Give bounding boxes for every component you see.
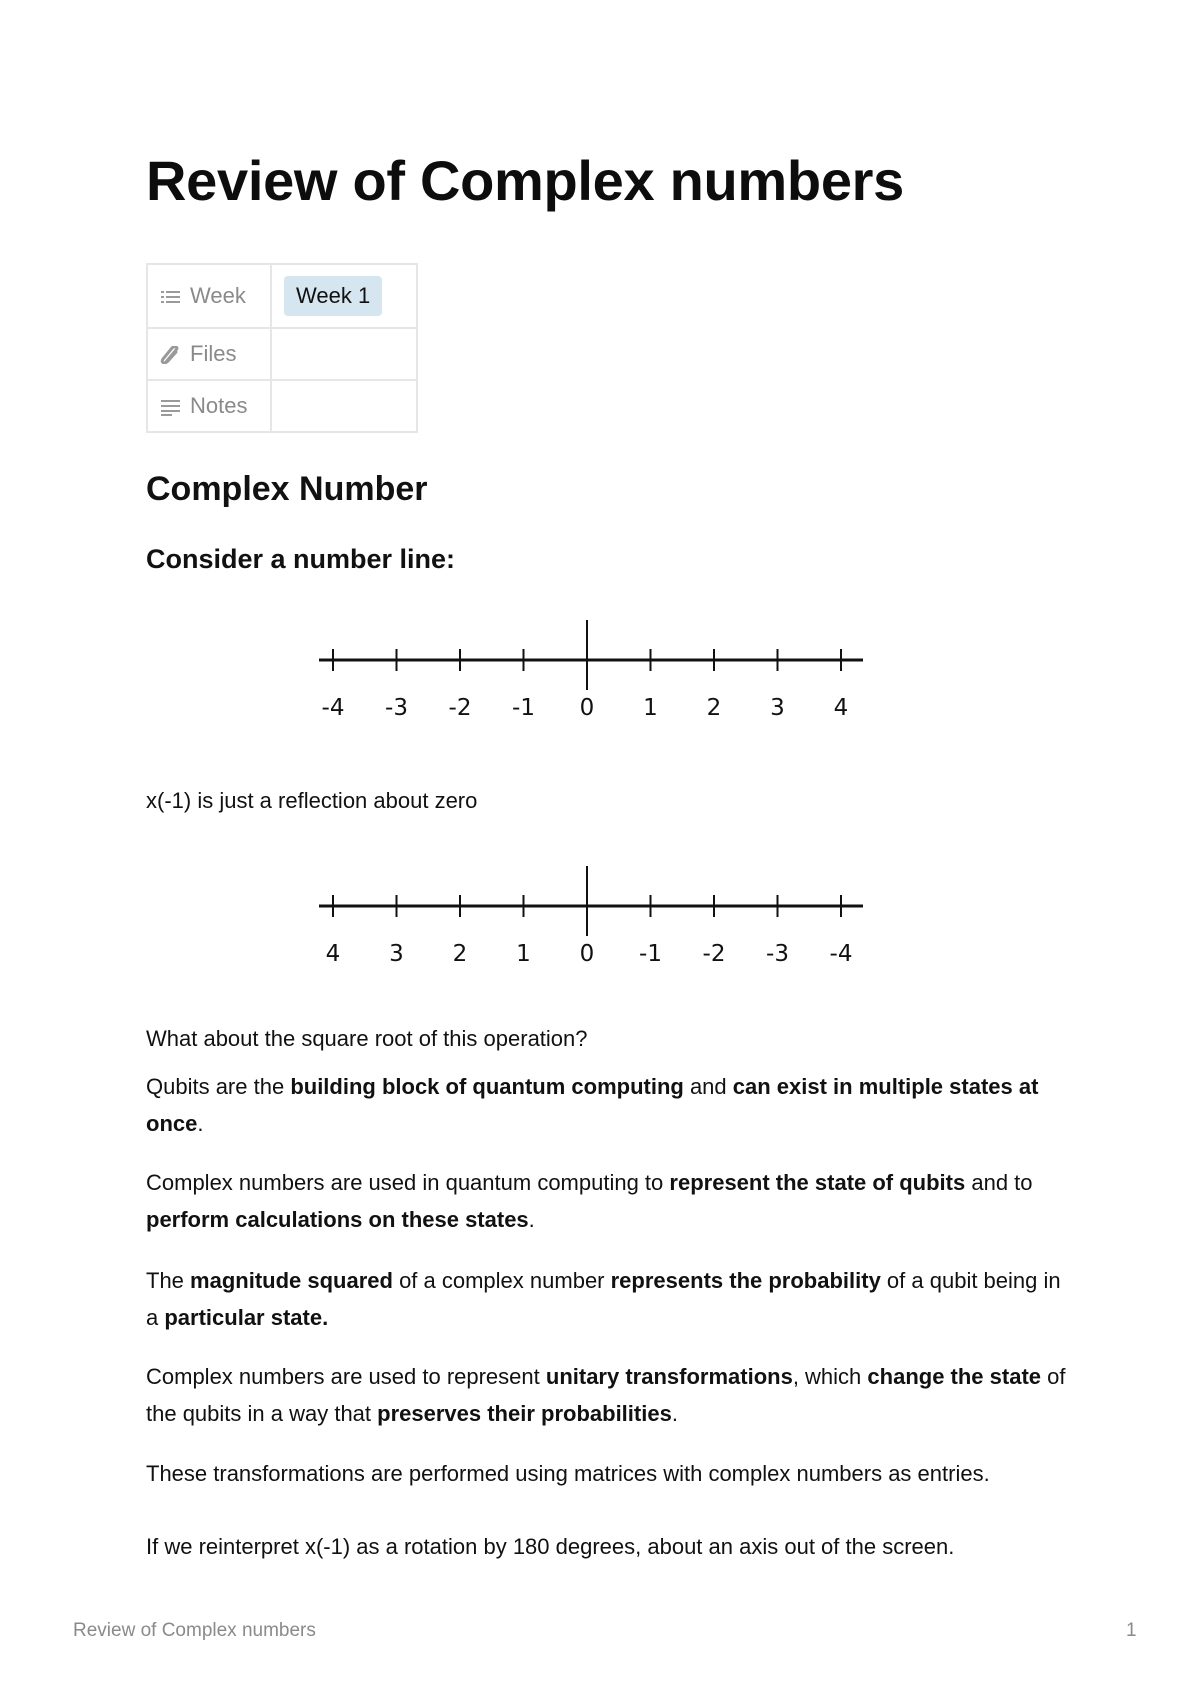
property-value-notes[interactable] xyxy=(270,379,418,433)
page-title: Review of Complex numbers xyxy=(146,149,905,212)
list-icon xyxy=(161,291,180,304)
footer-page-number: 1 xyxy=(1126,1620,1137,1641)
text-run: Complex numbers are used in quantum comp… xyxy=(146,1170,670,1195)
property-label-week: Week xyxy=(190,283,246,308)
paragraph: If we reinterpret x(-1) as a rotation by… xyxy=(146,1528,1066,1565)
bold-text: represent the state of qubits xyxy=(669,1170,966,1195)
tick-label: 1 xyxy=(643,695,658,721)
bold-text: magnitude squared xyxy=(190,1268,393,1293)
property-row-week: Week Week 1 xyxy=(146,263,418,329)
tick-label: 2 xyxy=(453,941,468,967)
reflected-number-line-figure: 4 3 2 1 0 -1 -2 -3 -4 xyxy=(319,866,863,967)
bold-text: particular state. xyxy=(164,1305,329,1330)
tick-label: -2 xyxy=(703,941,726,967)
text-run: , which xyxy=(792,1364,868,1389)
tick-label: -2 xyxy=(449,695,472,721)
property-value-files[interactable] xyxy=(270,327,418,381)
tick-label: 4 xyxy=(326,941,341,967)
text-run: of a complex number xyxy=(392,1268,611,1293)
properties-table: Week Week 1 Files Notes xyxy=(146,263,418,433)
text-run: The xyxy=(146,1268,191,1293)
bold-text: preserves their probabilities xyxy=(377,1401,672,1426)
paragraph: These transformations are performed usin… xyxy=(146,1455,1066,1492)
property-key[interactable]: Files xyxy=(146,327,272,381)
property-value-week[interactable]: Week 1 xyxy=(270,263,418,329)
tick-label: 0 xyxy=(580,941,595,967)
text-lines-icon xyxy=(161,400,180,417)
text-run: . xyxy=(197,1111,204,1136)
text-run: These transformations are performed usin… xyxy=(146,1461,990,1486)
tick-label: 1 xyxy=(516,941,531,967)
tick-label: -3 xyxy=(385,695,408,721)
paragraph: Complex numbers are used to represent un… xyxy=(146,1358,1066,1432)
text-run: If we reinterpret x(-1) as a rotation by… xyxy=(146,1534,955,1559)
tick-label: -1 xyxy=(512,695,535,721)
bold-text: change the state xyxy=(867,1364,1042,1389)
property-row-notes: Notes xyxy=(146,379,418,433)
tick-label: -1 xyxy=(639,941,662,967)
text-run: and to xyxy=(965,1170,1033,1195)
paperclip-icon xyxy=(160,346,179,365)
tick-label: 0 xyxy=(580,695,595,721)
tick-label: -4 xyxy=(830,941,853,967)
paragraph: Qubits are the building block of quantum… xyxy=(146,1068,1066,1142)
paragraph: What about the square root of this opera… xyxy=(146,1020,1066,1057)
tick-label: 3 xyxy=(770,695,785,721)
bold-text: building block of quantum computing xyxy=(290,1074,684,1099)
text-run: . xyxy=(671,1401,678,1426)
text-run: What about the square root of this opera… xyxy=(146,1026,588,1051)
property-row-files: Files xyxy=(146,327,418,381)
subsection-heading: Consider a number line: xyxy=(146,544,456,574)
footer-title: Review of Complex numbers xyxy=(73,1620,316,1641)
text-run: Complex numbers are used to represent xyxy=(146,1364,546,1389)
paragraph: The magnitude squared of a complex numbe… xyxy=(146,1262,1066,1336)
property-key[interactable]: Notes xyxy=(146,379,272,433)
number-line-figure: -4 -3 -2 -1 0 1 2 3 4 xyxy=(319,620,863,721)
tick-label: -4 xyxy=(322,695,345,721)
paragraph: Complex numbers are used in quantum comp… xyxy=(146,1164,1066,1238)
bold-text: unitary transformations xyxy=(545,1364,793,1389)
property-label-files: Files xyxy=(190,341,237,366)
text-run: Qubits are the xyxy=(146,1074,291,1099)
reflection-text: x(-1) is just a reflection about zero xyxy=(146,788,478,813)
tick-label: 2 xyxy=(707,695,722,721)
text-run: and xyxy=(683,1074,733,1099)
week-tag[interactable]: Week 1 xyxy=(284,276,383,316)
section-heading: Complex Number xyxy=(146,470,428,508)
tick-label: 4 xyxy=(834,695,849,721)
tick-label: -3 xyxy=(766,941,789,967)
text-run: . xyxy=(528,1207,535,1232)
property-key[interactable]: Week xyxy=(146,263,272,329)
bold-text: perform calculations on these states xyxy=(146,1207,529,1232)
tick-label: 3 xyxy=(389,941,404,967)
property-label-notes: Notes xyxy=(190,393,248,418)
bold-text: represents the probability xyxy=(610,1268,881,1293)
